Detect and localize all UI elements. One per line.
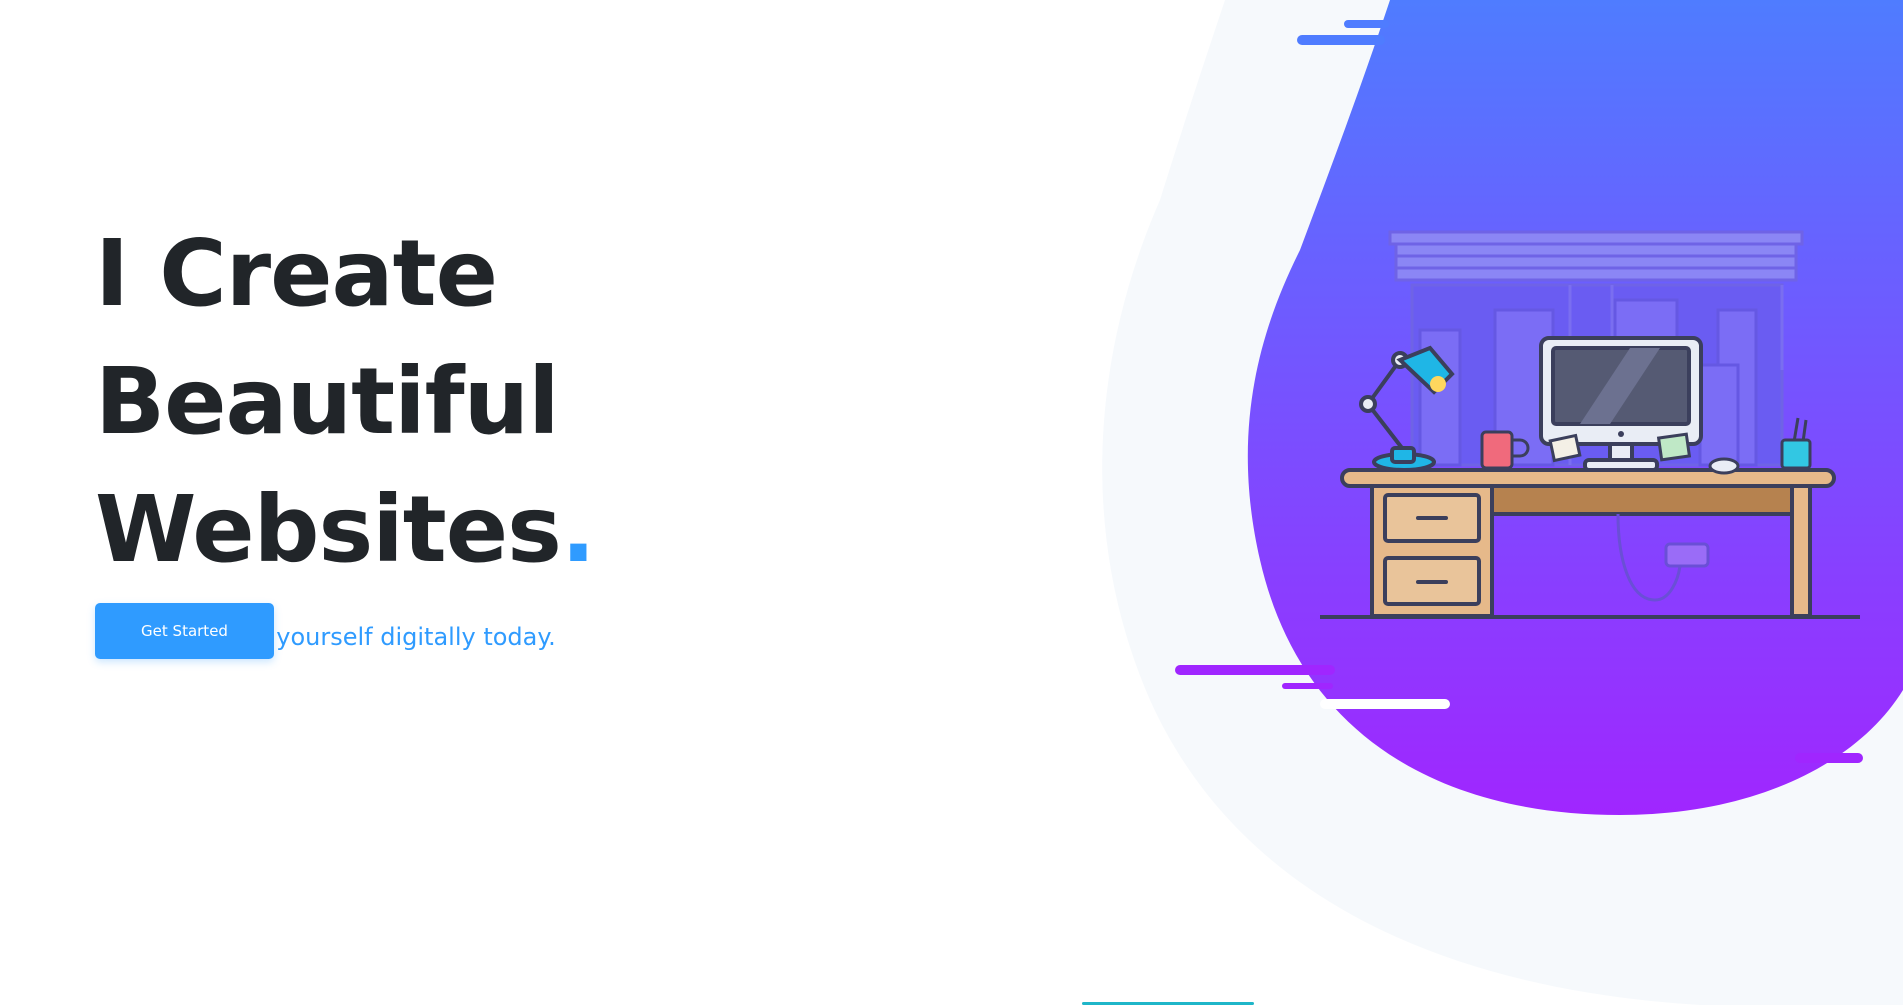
landing-page: I Create Beautiful Websites. Start brandi… — [0, 0, 1903, 1005]
get-started-button[interactable]: Get Started — [95, 603, 274, 659]
hero-title: I Create Beautiful Websites. — [95, 210, 955, 594]
hero-text: I Create Beautiful Websites. Start brandi… — [95, 210, 955, 654]
hero-title-line2: Websites — [95, 476, 562, 583]
hero-title-line1: I Create Beautiful — [95, 220, 560, 455]
hero-title-dot: . — [560, 476, 596, 583]
mouse — [1708, 457, 1740, 475]
